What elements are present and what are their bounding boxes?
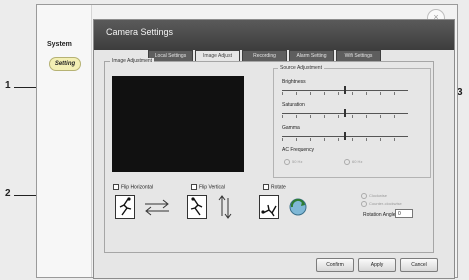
brightness-label: Brightness [282, 79, 306, 85]
rotation-angle-label: Rotation Angle [363, 212, 396, 218]
source-adjustment-label: Source Adjustment [278, 65, 324, 71]
radio-50hz-circle [284, 159, 290, 165]
flip-vertical-checkbox[interactable]: Flip Vertical [191, 184, 225, 190]
rotate-checkbox[interactable]: Rotate [263, 184, 286, 190]
skier-rotated-icon [259, 195, 279, 219]
skier-flipped-icon [187, 195, 207, 219]
rotation-angle-select[interactable]: 0 [395, 209, 413, 218]
radio-clockwise-label: Clockwise [369, 193, 388, 198]
rotate-label: Rotate [271, 184, 286, 191]
skier-icon [115, 195, 135, 219]
window-title: Camera Settings [106, 27, 174, 37]
radio-counter-clockwise-label: Counter-clockwise [369, 201, 402, 206]
image-adjustment-label: Image Adjustment [110, 58, 155, 64]
saturation-label: Saturation [282, 102, 305, 108]
gamma-slider-block: Gamma [282, 125, 408, 145]
radio-60hz[interactable]: 60 Hz [344, 159, 362, 165]
rotate-direction-options: Clockwise Counter-clockwise [361, 192, 402, 208]
radio-60hz-circle [344, 159, 350, 165]
radio-clockwise[interactable]: Clockwise [361, 192, 402, 200]
gamma-thumb[interactable] [344, 132, 346, 140]
flip-horizontal-label: Flip Horizontal [121, 184, 153, 191]
sidebar-item-setting[interactable]: Setting [49, 57, 81, 71]
ac-frequency-label: AC Frequency [282, 147, 314, 153]
image-adjustment-panel: Image Adjustment Source Adjustment Brigh… [104, 58, 434, 253]
radio-50hz[interactable]: 50 Hz [284, 159, 302, 165]
source-adjustment-group: Source Adjustment Brightness Saturation … [273, 65, 431, 178]
rotate-box [263, 184, 269, 190]
video-preview [112, 76, 244, 172]
flip-vertical-box [191, 184, 197, 190]
flip-horizontal-box [113, 184, 119, 190]
radio-counter-clockwise[interactable]: Counter-clockwise [361, 200, 402, 208]
flip-horizontal-checkbox[interactable]: Flip Horizontal [113, 184, 153, 190]
radio-50hz-label: 50 Hz [292, 159, 303, 165]
sidebar-title: System [47, 41, 72, 48]
saturation-thumb[interactable] [344, 109, 346, 117]
confirm-button[interactable]: Confirm [316, 258, 354, 272]
radio-counter-clockwise-circle [361, 200, 367, 207]
callout-2: 2 [5, 188, 11, 199]
brightness-slider-block: Brightness [282, 79, 408, 99]
flip-vertical-label: Flip Vertical [199, 184, 225, 191]
cancel-button[interactable]: Cancel [400, 258, 438, 272]
brightness-thumb[interactable] [344, 86, 346, 94]
callout-1: 1 [5, 80, 11, 91]
apply-button[interactable]: Apply [358, 258, 396, 272]
title-bar: Camera Settings [94, 20, 454, 50]
radio-60hz-label: 60 Hz [352, 159, 363, 165]
tab-bar: Local Settings Image Adjust Recording Al… [148, 50, 381, 62]
saturation-slider-block: Saturation [282, 102, 408, 122]
horizontal-arrows-icon [145, 199, 169, 216]
vertical-arrows-icon [218, 195, 232, 219]
app-frame: System Setting × Camera Settings Local S… [36, 4, 458, 279]
camera-settings-window: Camera Settings Local Settings Image Adj… [93, 19, 455, 279]
sidebar: System Setting [37, 5, 92, 277]
rotate-icon [289, 198, 307, 216]
radio-clockwise-circle [361, 192, 367, 199]
gamma-label: Gamma [282, 125, 300, 131]
